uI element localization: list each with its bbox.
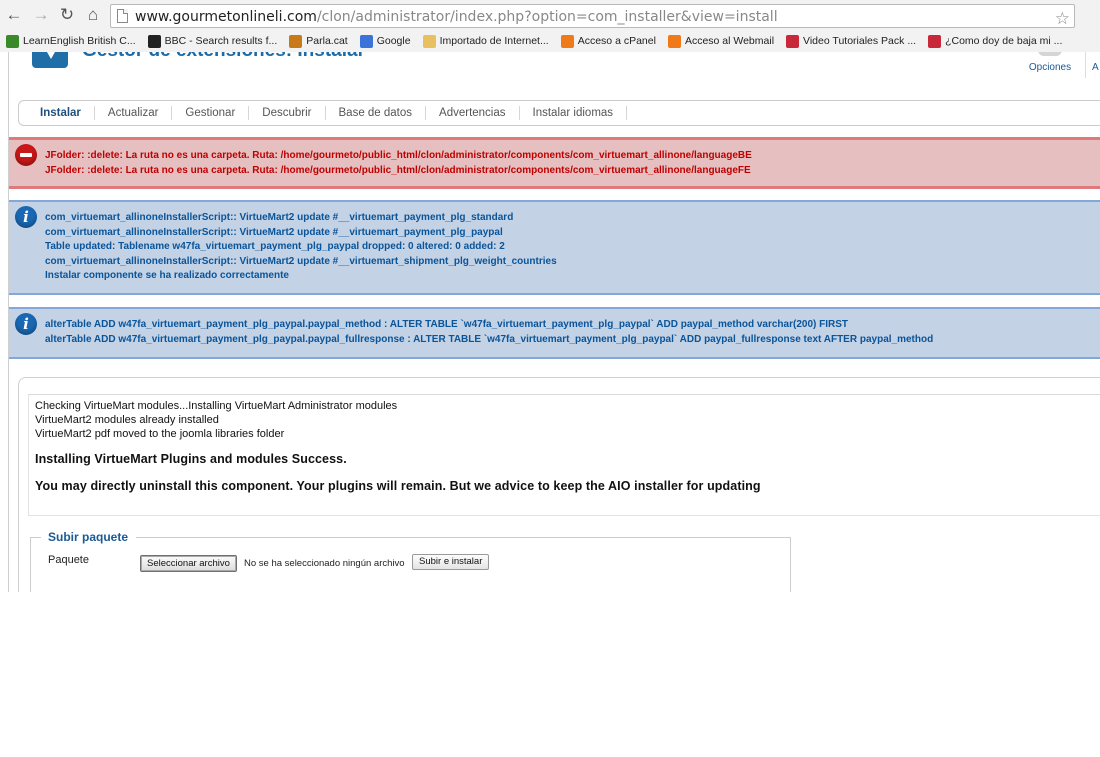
- error-line: JFolder: :delete: La ruta no es una carp…: [45, 164, 751, 176]
- w-icon: [928, 34, 942, 48]
- url-host: www.gourmetonlineli.com: [135, 9, 317, 25]
- person-icon: [289, 34, 303, 48]
- install-panel: Checking VirtueMart modules...Installing…: [18, 377, 1100, 592]
- bookmark-item[interactable]: Acceso a cPanel: [560, 34, 656, 48]
- url-text[interactable]: www.gourmetonlineli.com/clon/administrat…: [135, 7, 778, 27]
- cpanel-icon: [560, 34, 574, 48]
- bookmark-label: LearnEnglish British C...: [23, 35, 136, 47]
- no-file-text: No se ha seleccionado ningún archivo: [244, 558, 405, 569]
- log-line: VirtueMart2 modules already installed: [35, 414, 219, 426]
- url-bar-row: ← → ↻ ⌂ www.gourmetonlineli.com/clon/adm…: [0, 0, 1100, 31]
- cpanel-icon: [667, 34, 681, 48]
- bookmarks-bar: LearnEnglish British C... BBC - Search re…: [0, 31, 1100, 51]
- bbc-icon: [147, 34, 161, 48]
- address-bar[interactable]: www.gourmetonlineli.com/clon/administrat…: [110, 4, 1075, 28]
- bookmark-label: Importado de Internet...: [439, 35, 549, 47]
- submenu-item-gestionar[interactable]: Gestionar: [172, 106, 250, 120]
- options-icon: [1038, 52, 1062, 56]
- forward-arrow-icon[interactable]: →: [31, 5, 51, 25]
- bookmark-item[interactable]: LearnEnglish British C...: [6, 34, 136, 48]
- bookmark-item[interactable]: Importado de Internet...: [422, 34, 549, 48]
- options-button[interactable]: Opciones: [1022, 52, 1078, 74]
- upload-legend: Subir paquete: [41, 530, 137, 544]
- log-line: VirtueMart2 pdf moved to the joomla libr…: [35, 428, 285, 440]
- bookmark-star-icon[interactable]: ☆: [1055, 9, 1070, 29]
- browser-chrome: ← → ↻ ⌂ www.gourmetonlineli.com/clon/adm…: [0, 0, 1100, 52]
- submenu-item-actualizar[interactable]: Actualizar: [95, 106, 173, 120]
- package-label: Paquete: [48, 554, 89, 566]
- bookmark-label: Parla.cat: [306, 35, 348, 47]
- bookmark-label: BBC - Search results f...: [164, 35, 278, 47]
- google-icon: [359, 34, 373, 48]
- bookmark-item[interactable]: Acceso al Webmail: [667, 34, 775, 48]
- info-line: Instalar componente se ha realizado corr…: [45, 270, 289, 281]
- error-line: JFolder: :delete: La ruta no es una carp…: [45, 150, 752, 161]
- submenu-item-base-de-datos[interactable]: Base de datos: [326, 106, 427, 120]
- info-line: com_virtuemart_allinoneInstallerScript::…: [45, 226, 503, 238]
- w-icon: [786, 34, 800, 48]
- info-line: alterTable ADD w47fa_virtuemart_payment_…: [45, 319, 848, 330]
- error-icon: [15, 144, 37, 166]
- bookmark-item[interactable]: Google: [359, 34, 411, 48]
- uninstall-note: You may directly uninstall this componen…: [35, 479, 761, 493]
- info-line: com_virtuemart_allinoneInstallerScript::…: [45, 212, 514, 223]
- submenu-item-instalar[interactable]: Instalar: [27, 106, 95, 120]
- upload-package-fieldset: Subir paquete Paquete Seleccionar archiv…: [30, 530, 791, 592]
- install-icon: [32, 52, 68, 68]
- options-label: Opciones: [1028, 62, 1072, 73]
- info-line: alterTable ADD w47fa_virtuemart_payment_…: [45, 333, 934, 345]
- bookmark-label: Video Tutoriales Pack ...: [803, 35, 917, 47]
- bookmark-item[interactable]: ¿Como doy de baja mi ...: [928, 34, 1063, 48]
- info-icon: i: [15, 313, 37, 335]
- installer-submenu: Instalar Actualizar Gestionar Descubrir Base…: [18, 100, 1100, 126]
- bookmark-label: Google: [376, 35, 411, 47]
- bookmark-label: Acceso a cPanel: [577, 35, 656, 47]
- info-message-alter: i alterTable ADD w47fa_virtuemart_paymen…: [9, 307, 1100, 359]
- page-title: Gestor de extensiones: Instalar: [82, 52, 365, 62]
- url-path: /clon/administrator/index.php?option=com…: [316, 9, 778, 25]
- page-icon: [117, 9, 128, 23]
- bookmark-item[interactable]: BBC - Search results f...: [147, 34, 278, 48]
- install-log: Checking VirtueMart modules...Installing…: [28, 394, 1100, 516]
- submenu-item-advertencias[interactable]: Advertencias: [426, 106, 520, 120]
- info-icon: i: [15, 206, 37, 228]
- bookmark-label: ¿Como doy de baja mi ...: [945, 35, 1063, 47]
- submenu-item-descubrir[interactable]: Descubrir: [249, 106, 326, 120]
- folder-icon: [422, 34, 436, 48]
- bookmark-item[interactable]: Video Tutoriales Pack ...: [786, 34, 917, 48]
- grid-icon: [6, 34, 19, 48]
- bookmark-item[interactable]: Parla.cat: [289, 34, 348, 48]
- toolbar-divider: [1085, 52, 1086, 78]
- upload-install-button[interactable]: Subir e instalar: [412, 554, 490, 570]
- info-line: com_virtuemart_allinoneInstallerScript::…: [45, 255, 557, 267]
- log-line: Checking VirtueMart modules...Installing…: [35, 400, 398, 412]
- error-message: JFolder: :delete: La ruta no es una carp…: [9, 137, 1100, 189]
- choose-file-button[interactable]: Seleccionar archivo: [140, 555, 237, 572]
- help-button[interactable]: A: [1092, 62, 1099, 73]
- page-viewport: Gestor de extensiones: Instalar Opciones…: [0, 52, 1100, 592]
- submenu-item-instalar-idiomas[interactable]: Instalar idiomas: [520, 106, 628, 120]
- reload-icon[interactable]: ↻: [57, 5, 77, 25]
- info-line: Table updated: Tablename w47fa_virtuemar…: [45, 241, 505, 252]
- home-icon[interactable]: ⌂: [83, 5, 103, 25]
- back-arrow-icon[interactable]: ←: [4, 5, 24, 25]
- info-message: i com_virtuemart_allinoneInstallerScript…: [9, 200, 1100, 295]
- bookmark-label: Acceso al Webmail: [684, 35, 775, 47]
- install-success-text: Installing VirtueMart Plugins and module…: [35, 452, 347, 466]
